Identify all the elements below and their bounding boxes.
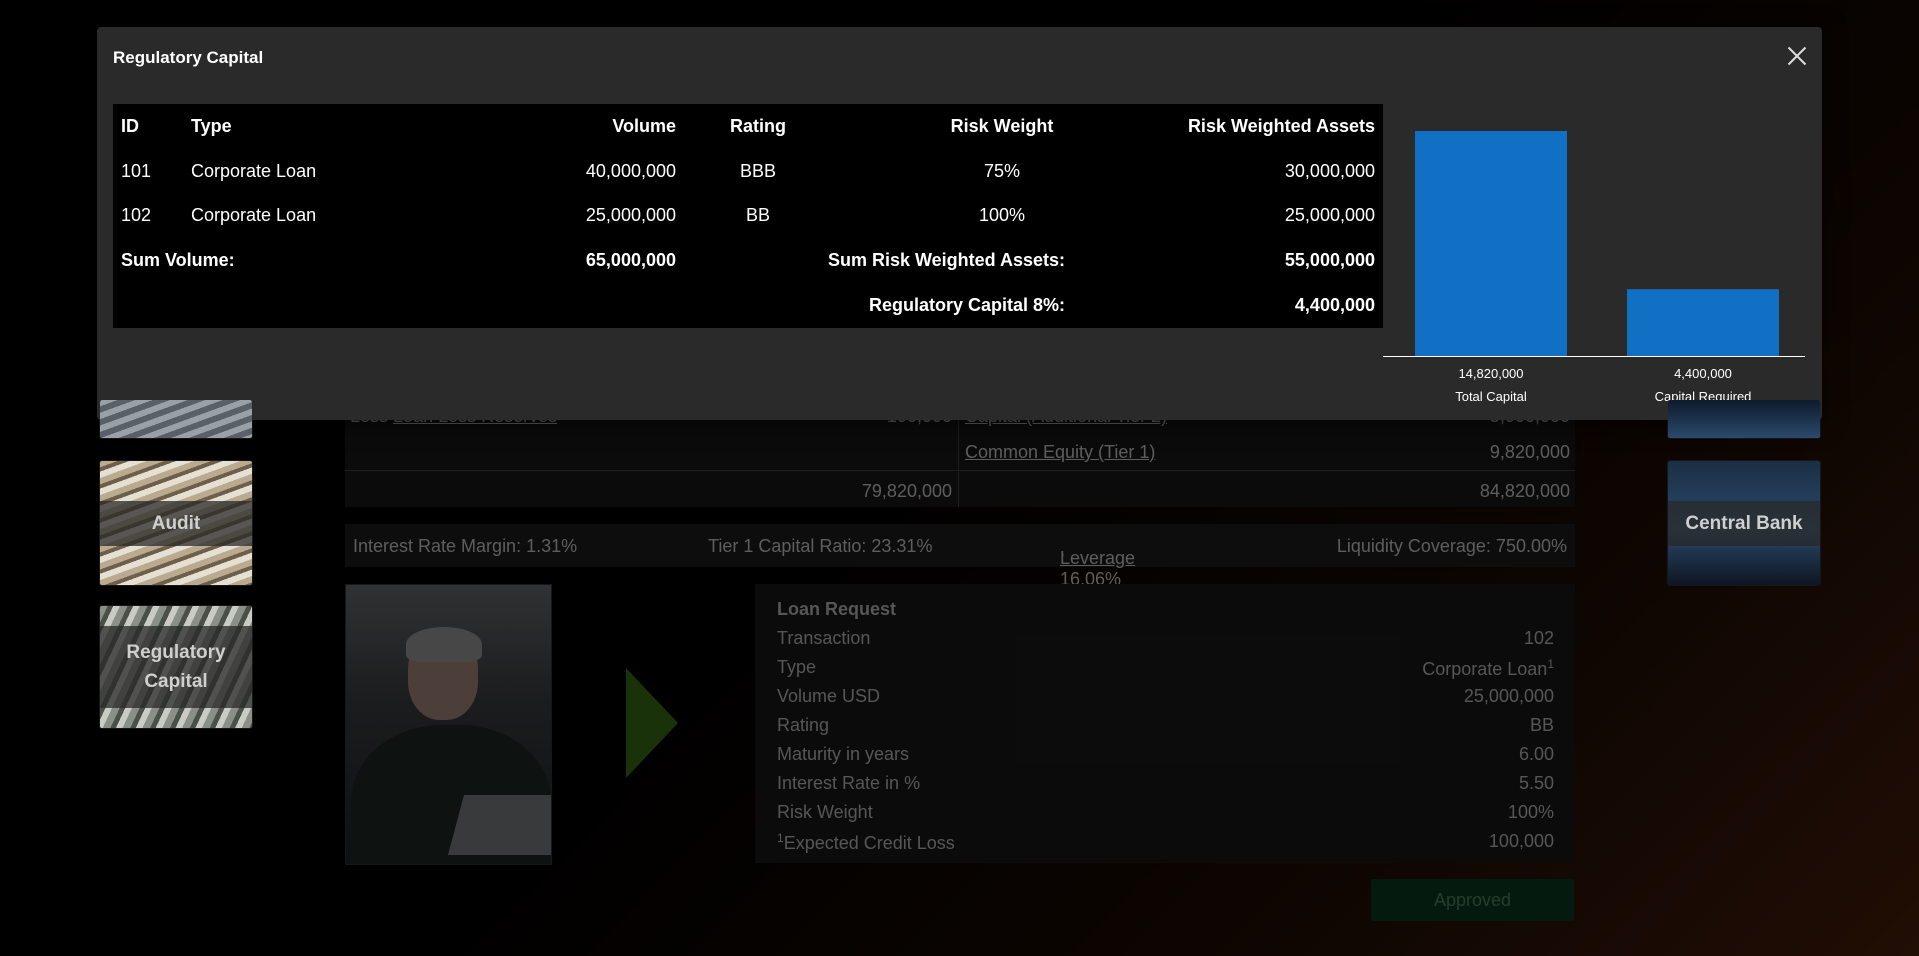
row-divider <box>345 470 1575 471</box>
header-id: ID <box>121 116 139 136</box>
tile-texture <box>100 400 252 438</box>
approved-button[interactable]: Approved <box>1371 879 1574 921</box>
header-type: Type <box>191 116 232 136</box>
tile-audit-label: Audit <box>100 500 252 546</box>
loan-row-label: Transaction <box>777 628 871 648</box>
table-row-1-rating: BBB <box>739 161 777 181</box>
table-row-1-type: Corporate Loan <box>191 161 317 181</box>
loan-row-value: 5.50 <box>1518 773 1554 793</box>
loan-row-value: 100,000 <box>1488 831 1554 851</box>
sum-volume-label: Sum Volume: <box>121 250 235 270</box>
loan-row-expected-credit-loss: 1Expected Credit Loss 100,000 <box>777 831 1554 854</box>
modal-title: Regulatory Capital <box>113 48 264 67</box>
loan-row-label: Rating <box>777 715 830 735</box>
bar-value-label: 4,400,000 <box>1674 366 1732 381</box>
loan-row-rating: Rating BB <box>777 715 1554 736</box>
close-icon[interactable] <box>1782 41 1812 71</box>
table-row-2-id: 102 <box>121 205 152 225</box>
loan-row-value: 25,000,000 <box>1463 686 1554 706</box>
loan-row-value: BB <box>1529 715 1554 735</box>
sum-rwa-label: Sum Risk Weighted Assets: <box>827 250 1065 270</box>
tile-central-bank-label: Central Bank <box>1668 500 1820 546</box>
customer-photo <box>345 584 552 865</box>
total-assets: 79,820,000 <box>861 481 952 501</box>
tile-audit[interactable]: Audit <box>99 460 253 586</box>
loan-row-label: 1Expected Credit Loss <box>777 831 955 854</box>
loan-row-maturity: Maturity in years 6.00 <box>777 744 1554 765</box>
photo-hair <box>406 627 482 662</box>
tile-top-right[interactable] <box>1667 400 1821 439</box>
loan-row-transaction: Transaction 102 <box>777 628 1554 649</box>
table-row-2-type: Corporate Loan <box>191 205 317 225</box>
table-row-1-rwa: 30,000,000 <box>1284 161 1375 181</box>
tile-regulatory-capital[interactable]: Regulatory Capital <box>99 605 253 729</box>
loan-row-label: Volume USD <box>777 686 881 706</box>
loan-row-value: 6.00 <box>1518 744 1554 764</box>
loan-row-label: Maturity in years <box>777 744 910 764</box>
capital-bar-chart: 14,820,000 Total Capital 4,400,000 Capital … <box>1383 95 1808 415</box>
loan-request-panel: Loan Request Transaction 102 Type Corporat… <box>755 584 1575 863</box>
loan-row-value: 100% <box>1507 802 1554 822</box>
tile-regulatory-capital-label: Regulatory Capital <box>100 626 252 708</box>
loan-row-value: 102 <box>1523 628 1554 648</box>
table-row-2-rating: BB <box>745 205 770 225</box>
loan-request-title: Loan Request <box>777 599 897 619</box>
loan-row-volume: Volume USD 25,000,000 <box>777 686 1554 707</box>
regulatory-capital-label: Regulatory Capital 8%: <box>868 295 1065 315</box>
table-row-1-risk-weight: 75% <box>983 161 1021 181</box>
table-row-1-id: 101 <box>121 161 152 181</box>
table-row-2-risk-weight: 100% <box>978 205 1026 225</box>
liquidity-coverage: Liquidity Coverage: 750.00% <box>1336 536 1567 556</box>
bar-capital-required <box>1627 289 1779 356</box>
loan-type-value: Corporate Loan <box>1422 659 1548 679</box>
chart-svg: 14,820,000Total Capital4,400,000Capital … <box>1383 131 1805 404</box>
table-row-2-rwa: 25,000,000 <box>1284 205 1375 225</box>
rwa-table: ID Type Volume Rating Risk Weight Risk W… <box>113 104 1383 328</box>
header-risk-weight: Risk Weight <box>950 116 1054 136</box>
common-equity-value: 9,820,000 <box>1489 442 1570 462</box>
footnote-marker: 1 <box>1547 657 1554 671</box>
loan-row-label: Interest Rate in % <box>777 773 921 793</box>
common-equity-link[interactable]: Common Equity (Tier 1) <box>965 442 1155 463</box>
total-liabilities: 84,820,000 <box>1479 481 1570 501</box>
tile-texture <box>1668 400 1820 438</box>
photo-laptop <box>447 795 551 855</box>
header-rating: Rating <box>730 116 786 136</box>
bar-total-capital <box>1415 131 1567 356</box>
tile-top-left[interactable] <box>99 400 253 439</box>
header-rwa: Risk Weighted Assets <box>1187 116 1375 136</box>
loan-row-type: Type Corporate Loan1 <box>777 657 1554 680</box>
loan-row-risk-weight: Risk Weight 100% <box>777 802 1554 823</box>
bar-value-label: 14,820,000 <box>1458 366 1523 381</box>
loan-row-label: Type <box>777 657 817 677</box>
tier1-capital-ratio: Tier 1 Capital Ratio: 23.31% <box>708 536 933 556</box>
loan-row-label: Risk Weight <box>777 802 873 822</box>
tile-central-bank[interactable]: Central Bank <box>1667 460 1821 586</box>
loan-row-interest-rate: Interest Rate in % 5.50 <box>777 773 1554 794</box>
loan-row-value: Corporate Loan1 <box>1422 657 1554 680</box>
sum-rwa-value: 55,000,000 <box>1284 250 1375 270</box>
sum-volume-value: 65,000,000 <box>585 250 676 270</box>
table-row-2-volume: 25,000,000 <box>585 205 676 225</box>
regulatory-capital-modal: Regulatory Capital ID Type Volume Rating… <box>97 27 1822 420</box>
interest-rate-margin: Interest Rate Margin: 1.31% <box>353 536 578 556</box>
footnote-marker: 1 <box>777 831 784 845</box>
ratios-bar: Interest Rate Margin: 1.31% Tier 1 Capit… <box>345 524 1575 589</box>
regulatory-capital-value: 4,400,000 <box>1294 295 1375 315</box>
ecl-label: Expected Credit Loss <box>783 833 955 853</box>
play-arrow-icon[interactable] <box>626 668 678 778</box>
table-row-1-volume: 40,000,000 <box>585 161 676 181</box>
bar-category-label: Total Capital <box>1455 389 1527 404</box>
header-volume: Volume <box>612 116 676 136</box>
